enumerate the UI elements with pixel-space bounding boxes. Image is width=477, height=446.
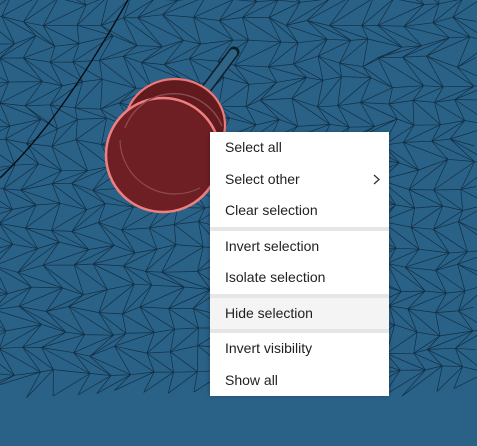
- menu-item-clear-selection[interactable]: Clear selection: [210, 195, 389, 227]
- menu-item-label: Clear selection: [225, 202, 318, 218]
- menu-item-label: Invert visibility: [225, 340, 313, 356]
- menu-item-label: Hide selection: [225, 304, 313, 321]
- menu-item-isolate-selection[interactable]: Isolate selection: [210, 262, 389, 294]
- context-menu: Select all Select other Clear selection Inv…: [210, 132, 389, 396]
- menu-item-label: Show all: [225, 371, 278, 388]
- menu-item-select-all[interactable]: Select all: [210, 132, 389, 164]
- menu-item-show-all[interactable]: Show all: [210, 365, 389, 397]
- menu-item-invert-visibility[interactable]: Invert visibility: [210, 333, 389, 365]
- menu-item-label: Isolate selection: [225, 269, 326, 285]
- menu-item-invert-selection[interactable]: Invert selection: [210, 231, 389, 263]
- menu-item-label: Select all: [225, 139, 282, 155]
- menu-group: Invert visibility Show all: [210, 333, 389, 396]
- menu-item-select-other[interactable]: Select other: [210, 164, 389, 196]
- menu-group: Select all Select other Clear selection: [210, 132, 389, 227]
- menu-item-label: Invert selection: [225, 237, 320, 254]
- menu-item-label: Select other: [225, 170, 300, 187]
- menu-group: Invert selection Isolate selection: [210, 230, 389, 294]
- menu-item-hide-selection[interactable]: Hide selection: [210, 297, 389, 329]
- chevron-right-icon: [371, 164, 381, 196]
- menu-group: Hide selection: [210, 297, 389, 329]
